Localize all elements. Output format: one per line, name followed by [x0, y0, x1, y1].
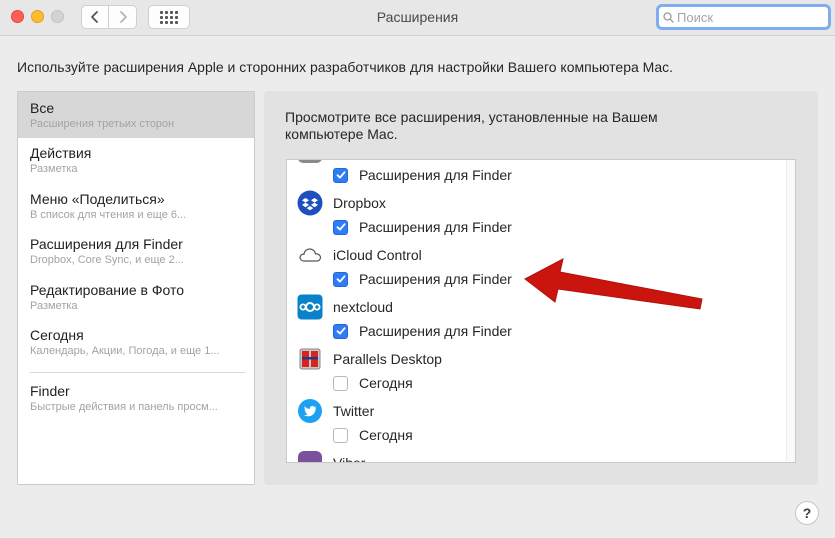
help-button[interactable]: ?	[795, 501, 819, 525]
sidebar-item-photos-editing[interactable]: Редактирование в Фото Разметка	[18, 274, 254, 320]
chevron-left-icon	[91, 11, 98, 23]
partial-icon	[297, 160, 323, 164]
list-item: Parallels Desktop	[297, 346, 442, 372]
app-name: Dropbox	[333, 195, 386, 211]
app-name: Parallels Desktop	[333, 351, 442, 367]
show-all-button[interactable]	[148, 5, 190, 29]
sidebar-item-title: Меню «Поделиться»	[30, 191, 165, 207]
extension-option[interactable]: Расширения для Finder	[333, 269, 512, 289]
sidebar-item-title: Действия	[30, 145, 92, 161]
extension-option[interactable]: Сегодня	[333, 425, 413, 445]
checkbox-checked[interactable]	[333, 219, 348, 235]
checkbox-unchecked[interactable]	[333, 375, 348, 391]
sidebar-item-subtitle: В список для чтения и еще 6...	[30, 209, 187, 221]
sidebar-item-subtitle: Быстрые действия и панель просм...	[30, 401, 218, 413]
sidebar-item-subtitle: Календарь, Акции, Погода, и еще 1...	[30, 345, 220, 357]
sidebar-item-today[interactable]: Сегодня Календарь, Акции, Погода, и еще …	[18, 319, 254, 365]
page-description: Используйте расширения Apple и сторонних…	[17, 59, 674, 75]
list-scrollbar[interactable]	[786, 160, 795, 462]
checkmark-icon	[336, 327, 345, 335]
extension-option-label: Расширения для Finder	[359, 167, 512, 183]
list-item: nextcloud	[297, 294, 393, 320]
sidebar-item-subtitle: Dropbox, Core Sync, и еще 2...	[30, 254, 184, 266]
chevron-right-icon	[119, 11, 127, 23]
list-item: Dropbox	[297, 190, 386, 216]
list-item: Twitter	[297, 398, 374, 424]
app-name: iCloud Control	[333, 247, 422, 263]
grid-icon	[160, 10, 178, 24]
checkmark-icon	[336, 223, 345, 231]
icloud-icon	[297, 242, 323, 268]
sidebar-item-title: Редактирование в Фото	[30, 282, 185, 298]
search-field[interactable]	[656, 4, 831, 30]
sidebar-item-finder-extensions[interactable]: Расширения для Finder Dropbox, Core Sync…	[18, 228, 254, 274]
checkmark-icon	[336, 275, 345, 283]
list-item: iCloud Control	[297, 242, 422, 268]
app-name: nextcloud	[333, 299, 393, 315]
checkmark-icon	[336, 171, 345, 179]
sidebar-item-subtitle: Расширения третьих сторон	[30, 118, 175, 130]
extension-option[interactable]: Расширения для Finder	[333, 321, 512, 341]
checkbox-checked[interactable]	[333, 271, 348, 287]
checkbox-checked[interactable]	[333, 167, 348, 183]
extension-option-label: Сегодня	[359, 375, 413, 391]
checkbox-unchecked[interactable]	[333, 427, 348, 443]
search-icon	[663, 11, 674, 23]
checkbox-checked[interactable]	[333, 323, 348, 339]
viber-icon	[297, 450, 323, 462]
back-button[interactable]	[81, 5, 109, 29]
category-sidebar: Все Расширения третьих сторон Действия Р…	[17, 91, 255, 485]
nextcloud-icon	[297, 294, 323, 320]
extension-option[interactable]: Сегодня	[333, 373, 413, 393]
dropbox-icon	[297, 190, 323, 216]
sidebar-item-title: Расширения для Finder	[30, 236, 183, 252]
app-name: Twitter	[333, 403, 375, 419]
app-name: Viber	[333, 455, 366, 463]
minimize-window-button[interactable]	[31, 10, 44, 23]
list-item	[297, 160, 323, 164]
extensions-list[interactable]: Расширения для Finder Dropbox Расширения…	[286, 159, 796, 463]
window-title: Расширения	[376, 9, 459, 25]
extension-option[interactable]: Расширения для Finder	[333, 165, 512, 185]
sidebar-item-finder[interactable]: Finder Быстрые действия и панель просм..…	[18, 375, 254, 421]
panel-title: Просмотрите все расширения, установленны…	[285, 109, 658, 142]
zoom-window-button[interactable]	[51, 10, 64, 23]
extension-option-label: Сегодня	[359, 427, 413, 443]
list-item: Viber	[297, 450, 366, 463]
sidebar-item-subtitle: Разметка	[30, 300, 78, 312]
extension-option-label: Расширения для Finder	[359, 219, 512, 235]
sidebar-item-title: Все	[30, 100, 55, 116]
sidebar-item-title: Сегодня	[30, 327, 84, 343]
title-bar: Расширения	[0, 0, 835, 36]
sidebar-divider	[30, 372, 245, 373]
sidebar-item-share-menu[interactable]: Меню «Поделиться» В список для чтения и …	[18, 183, 254, 229]
close-window-button[interactable]	[11, 10, 24, 23]
extension-option-label: Расширения для Finder	[359, 271, 512, 287]
search-input[interactable]	[677, 9, 827, 25]
twitter-icon	[297, 398, 323, 424]
extension-option-label: Расширения для Finder	[359, 323, 512, 339]
sidebar-item-title: Finder	[30, 383, 70, 399]
sidebar-item-actions[interactable]: Действия Разметка	[18, 137, 254, 183]
forward-button[interactable]	[109, 5, 137, 29]
sidebar-item-subtitle: Разметка	[30, 163, 78, 175]
parallels-icon	[297, 346, 323, 372]
sidebar-item-all[interactable]: Все Расширения третьих сторон	[18, 92, 254, 138]
extension-option[interactable]: Расширения для Finder	[333, 217, 512, 237]
